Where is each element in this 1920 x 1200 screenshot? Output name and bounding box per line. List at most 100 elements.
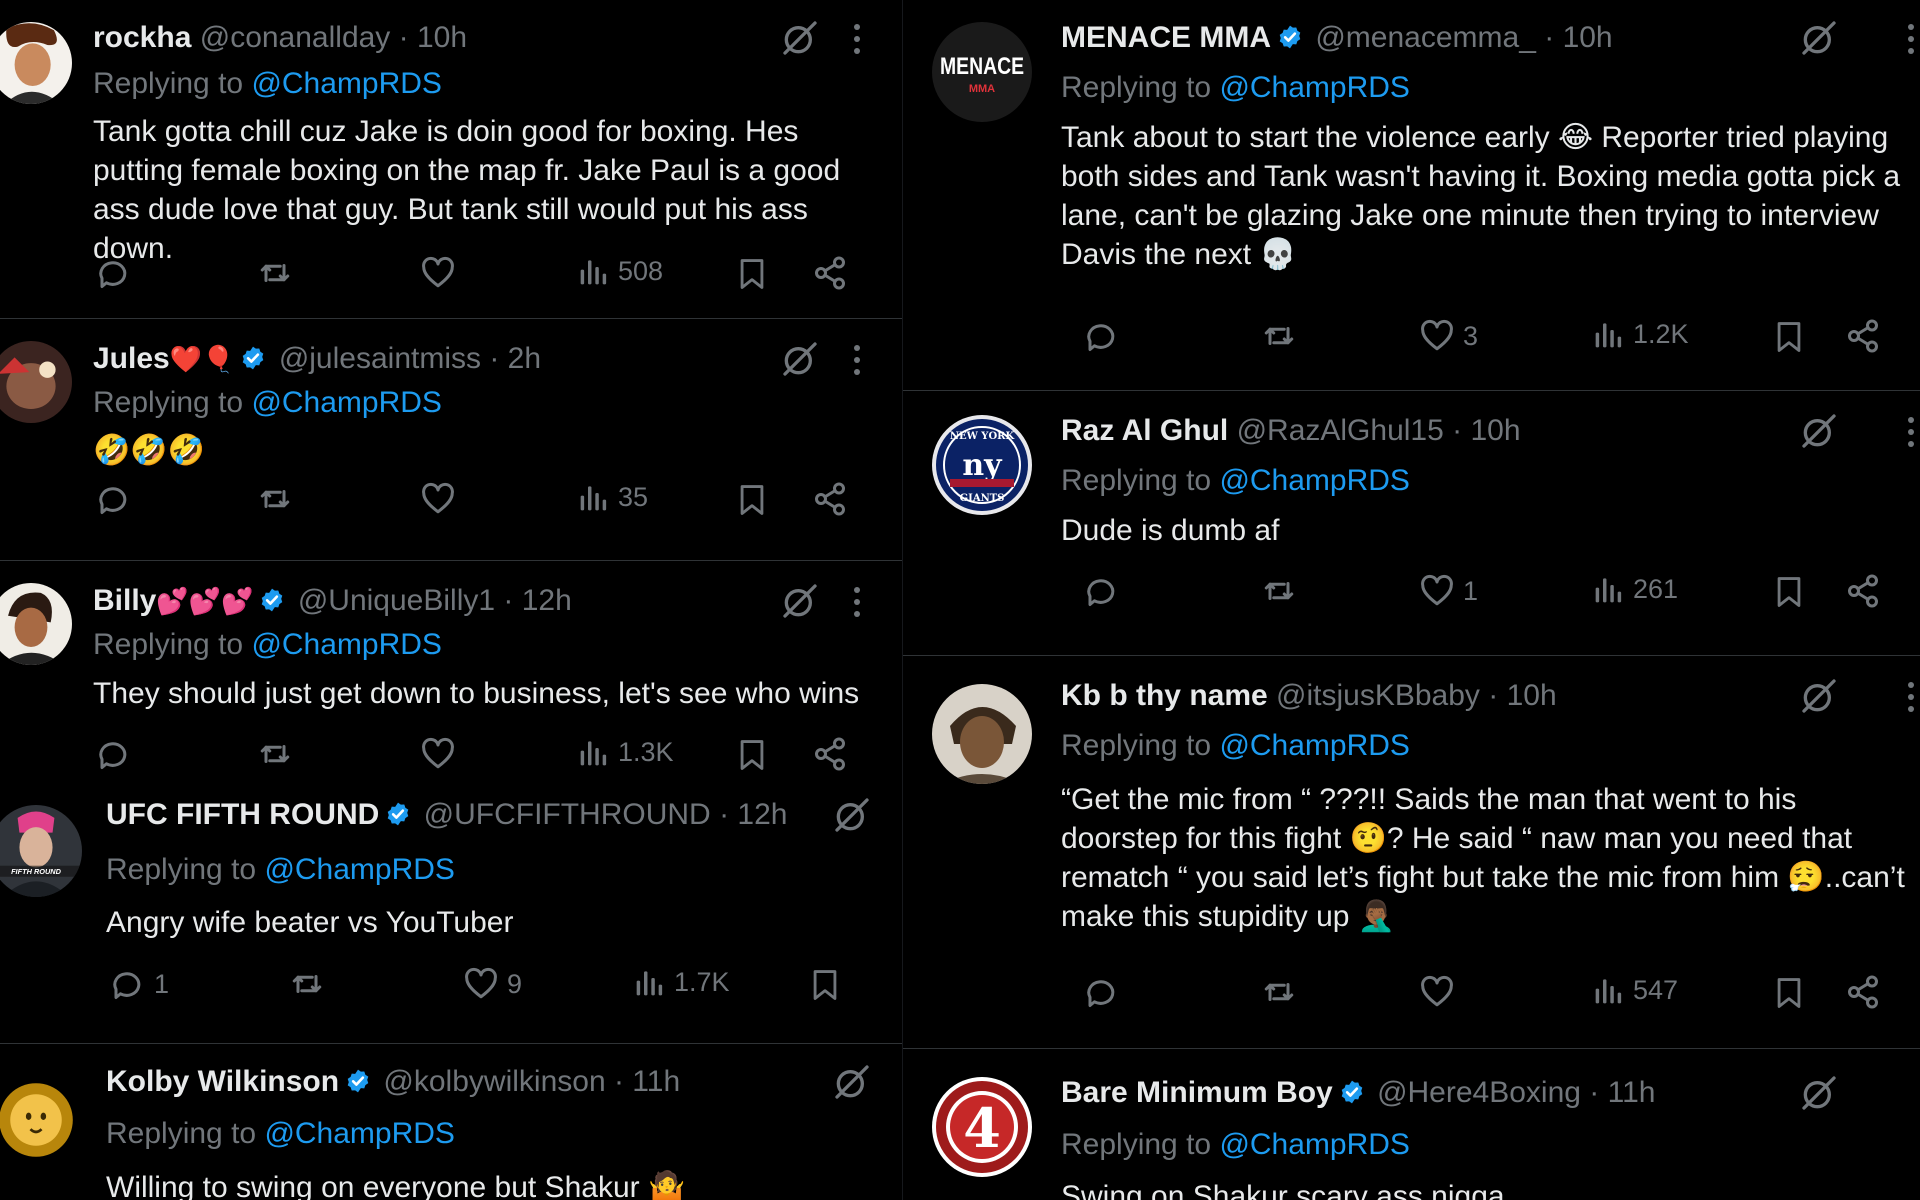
repost-button[interactable] xyxy=(256,481,294,517)
user-handle[interactable]: @RazAlGhul15 xyxy=(1237,414,1444,447)
mention-link[interactable]: @ChampRDS xyxy=(264,853,455,886)
reply-tweet[interactable]: NEW YORK ny GIANTS Raz Al Ghul @RazAlGhul15… xyxy=(903,391,1920,656)
more-dots-icon[interactable] xyxy=(1907,24,1915,54)
grok-icon[interactable] xyxy=(1799,676,1839,721)
share-button[interactable] xyxy=(1845,974,1881,1010)
grok-icon[interactable] xyxy=(780,18,820,63)
more-dots-icon[interactable] xyxy=(853,345,861,375)
reply-button[interactable] xyxy=(1084,974,1120,1010)
bookmark-button[interactable] xyxy=(1772,573,1806,611)
avatar[interactable] xyxy=(0,22,72,104)
timestamp[interactable]: 10h xyxy=(1563,21,1613,54)
like-button[interactable] xyxy=(420,255,456,291)
timestamp[interactable]: 10h xyxy=(417,21,467,54)
display-name[interactable]: Jules xyxy=(93,342,170,375)
user-handle[interactable]: @UniqueBilly1 xyxy=(298,584,495,617)
bookmark-button[interactable] xyxy=(735,255,769,293)
grok-icon[interactable] xyxy=(780,339,820,384)
like-button[interactable]: 3 xyxy=(1419,318,1478,354)
repost-button[interactable] xyxy=(1260,318,1298,354)
share-button[interactable] xyxy=(1845,573,1881,609)
mention-link[interactable]: @ChampRDS xyxy=(1219,1128,1410,1161)
timestamp[interactable]: 10h xyxy=(1470,414,1520,447)
grok-icon[interactable] xyxy=(1799,411,1839,456)
reply-button[interactable] xyxy=(1084,318,1120,354)
reply-button[interactable] xyxy=(96,255,132,291)
reply-tweet[interactable]: rockha @conanallday · 10h Replying to @Ch… xyxy=(0,0,902,319)
like-button[interactable] xyxy=(420,481,456,517)
timestamp[interactable]: 2h xyxy=(508,342,541,375)
display-name[interactable]: Billy xyxy=(93,584,156,617)
reply-tweet[interactable]: Jules❤️🎈 @julesaintmiss · 2h Replying to … xyxy=(0,319,902,561)
display-name[interactable]: Kb b thy name xyxy=(1061,679,1268,712)
reply-button[interactable] xyxy=(1084,573,1120,609)
avatar[interactable]: 4 xyxy=(932,1077,1032,1177)
grok-icon[interactable] xyxy=(832,1062,872,1107)
like-button[interactable] xyxy=(1419,974,1455,1010)
mention-link[interactable]: @ChampRDS xyxy=(251,67,442,100)
repost-button[interactable] xyxy=(288,966,326,1002)
user-handle[interactable]: @UFCFIFTHROUND xyxy=(424,798,711,831)
more-dots-icon[interactable] xyxy=(853,24,861,54)
display-name[interactable]: Raz Al Ghul xyxy=(1061,414,1228,447)
mention-link[interactable]: @ChampRDS xyxy=(1219,464,1410,497)
more-dots-icon[interactable] xyxy=(853,587,861,617)
views-button[interactable]: 547 xyxy=(1593,974,1678,1006)
display-name[interactable]: UFC FIFTH ROUND xyxy=(106,798,379,831)
views-button[interactable]: 261 xyxy=(1593,573,1678,605)
reply-tweet[interactable]: Kb b thy name @itsjusKBbaby · 10h Replyin… xyxy=(903,656,1920,1049)
avatar[interactable] xyxy=(932,684,1032,784)
display-name[interactable]: Kolby Wilkinson xyxy=(106,1065,339,1098)
reply-tweet[interactable]: MENACE MMA MENACE MMA @menacemma_ · 10h Rep… xyxy=(903,0,1920,391)
bookmark-button[interactable] xyxy=(1772,318,1806,356)
grok-icon[interactable] xyxy=(1799,18,1839,63)
timestamp[interactable]: 12h xyxy=(522,584,572,617)
grok-icon[interactable] xyxy=(1799,1073,1839,1118)
bookmark-button[interactable] xyxy=(1772,974,1806,1012)
reply-tweet[interactable]: Kolby Wilkinson @kolbywilkinson · 11h Rep… xyxy=(0,1044,902,1200)
avatar[interactable] xyxy=(0,341,72,423)
repost-button[interactable] xyxy=(256,255,294,291)
repost-button[interactable] xyxy=(1260,573,1298,609)
views-button[interactable]: 35 xyxy=(578,481,648,513)
display-name[interactable]: Bare Minimum Boy xyxy=(1061,1076,1333,1109)
more-dots-icon[interactable] xyxy=(1907,417,1915,447)
user-handle[interactable]: @kolbywilkinson xyxy=(383,1065,605,1098)
share-button[interactable] xyxy=(812,481,848,517)
share-button[interactable] xyxy=(1845,318,1881,354)
mention-link[interactable]: @ChampRDS xyxy=(251,628,442,661)
timestamp[interactable]: 11h xyxy=(1608,1076,1656,1109)
timestamp[interactable]: 11h xyxy=(632,1065,680,1098)
timestamp[interactable]: 10h xyxy=(1507,679,1557,712)
repost-button[interactable] xyxy=(1260,974,1298,1010)
avatar[interactable] xyxy=(0,583,72,665)
mention-link[interactable]: @ChampRDS xyxy=(251,386,442,419)
user-handle[interactable]: @Here4Boxing xyxy=(1377,1076,1581,1109)
share-button[interactable] xyxy=(812,255,848,291)
bookmark-button[interactable] xyxy=(808,966,842,1004)
timestamp[interactable]: 12h xyxy=(737,798,787,831)
views-button[interactable]: 508 xyxy=(578,255,663,287)
display-name[interactable]: MENACE MMA xyxy=(1061,21,1271,54)
user-handle[interactable]: @menacemma_ xyxy=(1315,21,1536,54)
avatar[interactable]: MENACE MMA xyxy=(932,22,1032,122)
avatar[interactable]: FIFTH ROUND xyxy=(0,805,82,897)
mention-link[interactable]: @ChampRDS xyxy=(1219,729,1410,762)
reply-tweet[interactable]: Billy💕💕💕 @UniqueBilly1 · 12h Replying to … xyxy=(0,561,902,771)
user-handle[interactable]: @julesaintmiss xyxy=(279,342,481,375)
user-handle[interactable]: @itsjusKBbaby xyxy=(1276,679,1480,712)
views-button[interactable]: 1.2K xyxy=(1593,318,1689,350)
reply-button[interactable] xyxy=(96,481,132,517)
reply-button[interactable]: 1 xyxy=(110,966,169,1002)
bookmark-button[interactable] xyxy=(735,481,769,519)
user-handle[interactable]: @conanallday xyxy=(200,21,391,54)
avatar[interactable]: NEW YORK ny GIANTS xyxy=(932,415,1032,515)
reply-tweet[interactable]: FIFTH ROUND UFC FIFTH ROUND @UFCFIFTHROUN… xyxy=(0,761,902,1044)
grok-icon[interactable] xyxy=(780,581,820,626)
more-dots-icon[interactable] xyxy=(1907,682,1915,712)
views-button[interactable]: 1.7K xyxy=(634,966,730,998)
display-name[interactable]: rockha xyxy=(93,21,191,54)
like-button[interactable]: 9 xyxy=(463,966,522,1002)
reply-tweet[interactable]: 4 Bare Minimum Boy @Here4Boxing · 11h Repl… xyxy=(903,1049,1920,1200)
mention-link[interactable]: @ChampRDS xyxy=(264,1117,455,1150)
